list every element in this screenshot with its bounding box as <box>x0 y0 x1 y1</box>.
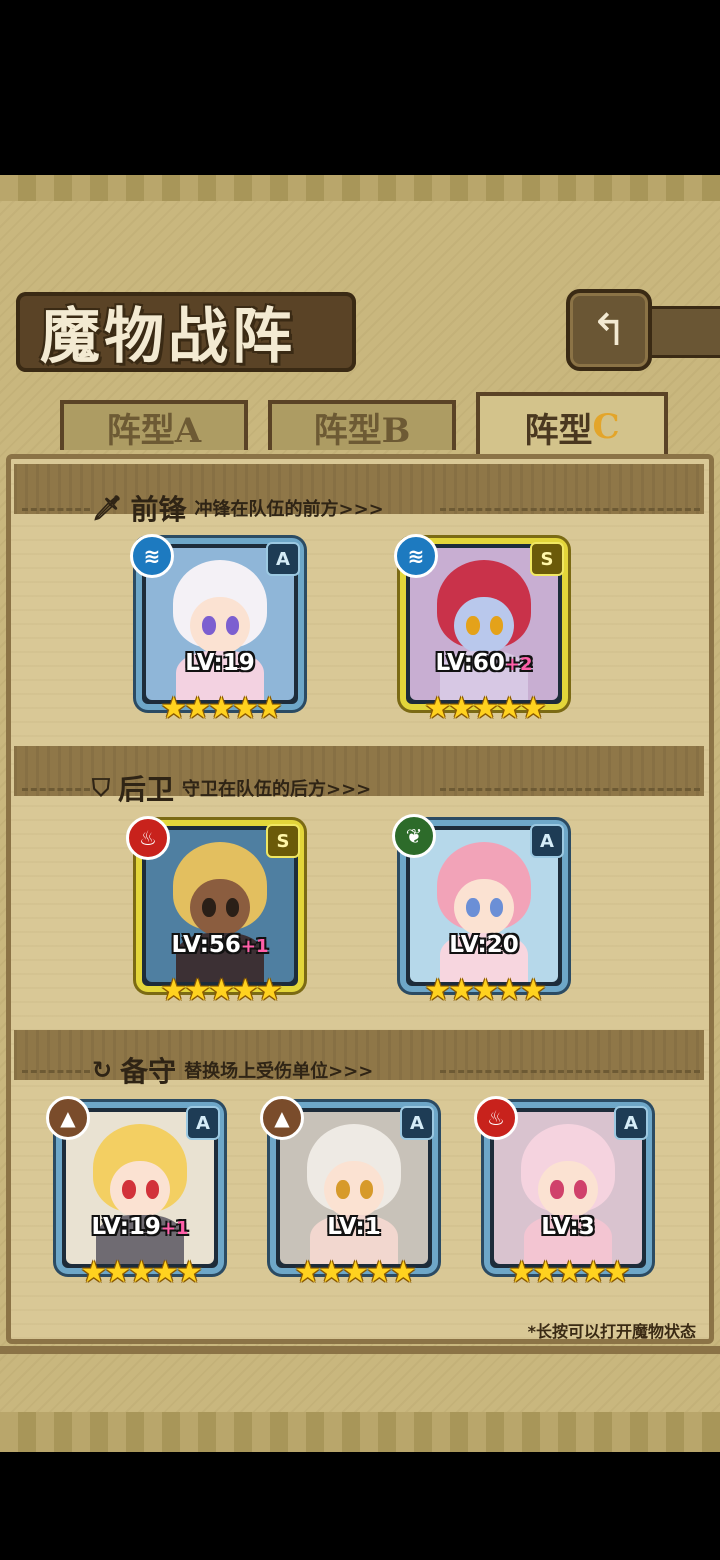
earth-element-icon: ▲ <box>46 1096 90 1140</box>
sword-icon: 🗡 <box>92 494 123 522</box>
grass-element-icon: ❦ <box>392 814 436 858</box>
tab-letter: C <box>592 407 620 447</box>
bottom-bar <box>0 1452 720 1560</box>
section-desc: 冲锋在队伍的前方>>> <box>194 499 384 520</box>
fire-element-icon: ♨ <box>126 816 170 860</box>
star-rating: ★★★★★ <box>424 973 546 1008</box>
star-rating: ★★★★★ <box>160 691 282 726</box>
tab-formation-c[interactable]: 阵型 C <box>476 392 668 458</box>
level-label: LV:1 <box>327 1214 381 1240</box>
swap-icon: ↻ <box>92 1056 113 1084</box>
section-desc: 替换场上受伤单位>>> <box>184 1061 374 1082</box>
water-element-icon: ≋ <box>394 534 438 578</box>
level-label: LV:60+2 <box>435 650 533 676</box>
tab-label: 阵型B <box>313 410 411 451</box>
top-bar <box>0 0 720 175</box>
section-name: 前锋 <box>130 493 187 526</box>
level-label: LV:19 <box>185 650 255 676</box>
rank-badge: S <box>530 542 564 576</box>
rank-badge: A <box>400 1106 434 1140</box>
page-title: 魔物战阵 <box>40 302 296 372</box>
divider <box>440 1070 700 1073</box>
divider <box>22 508 90 511</box>
back-arrow-icon: ↰ <box>590 304 628 356</box>
level-label: LV:20 <box>449 932 519 958</box>
rank-badge: A <box>614 1106 648 1140</box>
level-label: LV:19+1 <box>91 1214 189 1240</box>
tab-label: 阵型A <box>106 410 202 451</box>
earth-element-icon: ▲ <box>260 1096 304 1140</box>
tab-formation-b[interactable]: 阵型B <box>268 400 456 451</box>
level-label: LV:56+1 <box>171 932 269 958</box>
formation-tabs: 阵型A 阵型B 阵型 C <box>60 392 668 458</box>
divider <box>440 508 700 511</box>
panel-bottom-edge <box>0 1346 720 1354</box>
section-reserve: ↻ 备守 替换场上受伤单位>>> <box>92 1050 373 1090</box>
section-desc: 守卫在队伍的后方>>> <box>182 779 372 800</box>
section-rear: ⛉ 后卫 守卫在队伍的后方>>> <box>92 768 371 808</box>
hint-text: *长按可以打开魔物状态 <box>527 1322 696 1341</box>
star-rating: ★★★★★ <box>80 1255 202 1290</box>
divider <box>22 788 90 791</box>
rank-badge: A <box>186 1106 220 1140</box>
tab-label: 阵型 <box>524 410 593 451</box>
shield-icon: ⛉ <box>92 774 110 802</box>
fire-element-icon: ♨ <box>474 1096 518 1140</box>
water-element-icon: ≋ <box>130 534 174 578</box>
star-rating: ★★★★★ <box>508 1255 630 1290</box>
section-front: 🗡 前锋 冲锋在队伍的前方>>> <box>92 488 384 528</box>
divider <box>22 1070 90 1073</box>
section-name: 后卫 <box>118 773 175 806</box>
section-name: 备守 <box>120 1055 177 1088</box>
divider <box>440 788 700 791</box>
rank-badge: S <box>266 824 300 858</box>
tab-formation-a[interactable]: 阵型A <box>60 400 248 451</box>
back-button[interactable]: ↰ <box>566 289 652 371</box>
back-button-tail <box>648 306 720 358</box>
star-rating: ★★★★★ <box>294 1255 416 1290</box>
level-label: LV:3 <box>541 1214 595 1240</box>
star-rating: ★★★★★ <box>160 973 282 1008</box>
rank-badge: A <box>266 542 300 576</box>
star-rating: ★★★★★ <box>424 691 546 726</box>
rank-badge: A <box>530 824 564 858</box>
